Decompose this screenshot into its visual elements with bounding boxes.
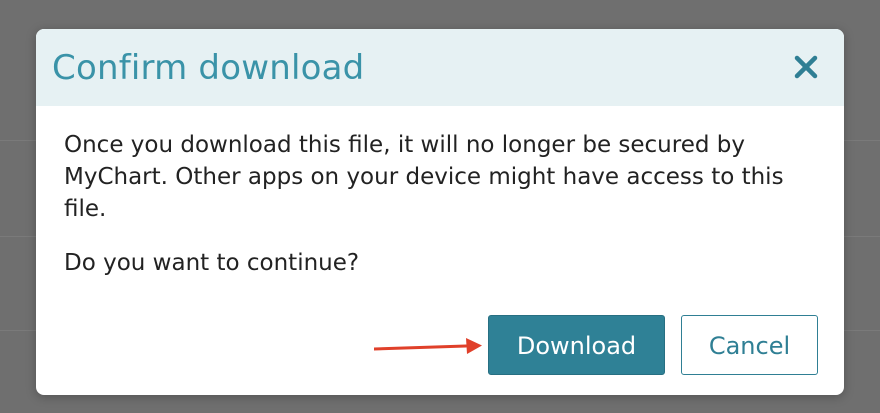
close-button[interactable] (790, 51, 822, 83)
dialog-question: Do you want to continue? (64, 250, 360, 276)
download-button[interactable]: Download (488, 315, 665, 375)
dialog-body: Once you download this file, it will no … (64, 129, 824, 279)
dialog-header: Confirm download (36, 29, 844, 106)
close-icon (794, 55, 818, 79)
cancel-button[interactable]: Cancel (681, 315, 818, 375)
arrow-right-icon (374, 338, 482, 354)
confirm-download-dialog: Confirm download Once you download this … (36, 29, 844, 395)
dialog-message: Once you download this file, it will no … (64, 132, 784, 222)
dialog-title: Confirm download (52, 48, 365, 88)
